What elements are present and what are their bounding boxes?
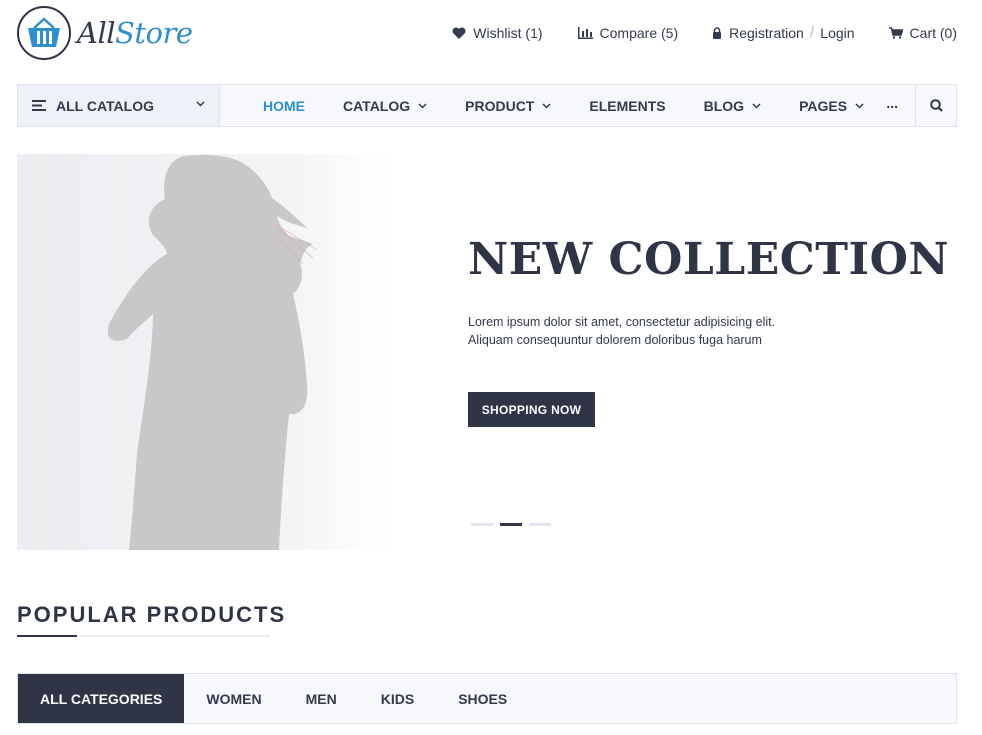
logo-suffix: Store <box>115 16 193 50</box>
nav-item-label: ELEMENTS <box>589 97 666 114</box>
separator: / <box>809 24 815 41</box>
hero-text-line: Aliquam consequuntur dolorem doloribus f… <box>468 333 762 347</box>
cart-link[interactable]: Cart (0) <box>888 25 957 41</box>
nav-more-button[interactable]: ... <box>886 95 898 111</box>
hero-description: Lorem ipsum dolor sit amet, consectetur … <box>468 313 828 349</box>
chevron-down-icon <box>752 102 761 109</box>
tab-all-categories[interactable]: ALL CATEGORIES <box>18 674 185 723</box>
chevron-down-icon <box>418 102 427 109</box>
basket-icon <box>17 6 71 60</box>
tab-men[interactable]: MEN <box>284 674 359 723</box>
nav-item-elements[interactable]: ELEMENTS <box>589 98 665 114</box>
hero-title: NEW COLLECTION <box>468 234 950 285</box>
lock-icon <box>713 27 722 39</box>
section-title: POPULAR PRODUCTS <box>17 602 287 627</box>
nav-item-product[interactable]: PRODUCT <box>465 98 551 114</box>
nav-item-catalog[interactable]: CATALOG <box>343 98 427 114</box>
title-underline <box>17 635 270 637</box>
slider-dot-1[interactable] <box>471 523 493 526</box>
logo-prefix: All <box>77 16 116 50</box>
search-icon <box>929 99 943 112</box>
menu-icon <box>32 100 46 111</box>
hero-slider: NEW COLLECTION Lorem ipsum dolor sit ame… <box>17 154 957 550</box>
all-catalog-button[interactable]: ALL CATALOG <box>18 85 220 126</box>
hero-image <box>17 154 407 550</box>
tab-kids[interactable]: KIDS <box>359 674 436 723</box>
bar-chart-icon <box>577 27 593 39</box>
slider-dot-2[interactable] <box>500 523 522 526</box>
compare-link[interactable]: Compare (5) <box>577 25 679 41</box>
account-links: Registration / Login <box>712 24 855 42</box>
cart-icon <box>888 27 903 39</box>
nav-item-label: PRODUCT <box>465 97 535 114</box>
nav-item-label: CATALOG <box>343 97 411 114</box>
wishlist-link[interactable]: Wishlist (1) <box>452 25 543 41</box>
category-tabs: ALL CATEGORIES WOMEN MEN KIDS SHOES <box>17 673 957 724</box>
logo-text: AllStore <box>77 16 193 50</box>
login-link[interactable]: Login <box>820 25 854 41</box>
chevron-down-icon <box>196 101 205 107</box>
tab-shoes[interactable]: SHOES <box>436 674 529 723</box>
wishlist-label: Wishlist (1) <box>473 25 543 41</box>
compare-label: Compare (5) <box>599 25 679 41</box>
nav-item-label: PAGES <box>799 97 848 114</box>
slider-dot-3[interactable] <box>529 523 551 526</box>
top-links: Wishlist (1) Compare (5) Registration / … <box>452 24 957 42</box>
chevron-down-icon <box>542 102 551 109</box>
logo[interactable]: AllStore <box>17 6 193 60</box>
nav-menu: HOME CATALOG PRODUCT ELEMENTS BLOG PAGES <box>220 85 956 126</box>
nav-item-pages[interactable]: PAGES <box>799 98 864 114</box>
nav-item-blog[interactable]: BLOG <box>704 98 761 114</box>
nav-item-label: BLOG <box>703 97 745 114</box>
hero-text-line: Lorem ipsum dolor sit amet, consectetur … <box>468 315 776 329</box>
cart-label: Cart (0) <box>909 25 957 41</box>
main-navbar: ALL CATALOG HOME CATALOG PRODUCT ELEMENT… <box>17 84 957 127</box>
search-button[interactable] <box>915 85 956 126</box>
slider-dots <box>471 523 558 526</box>
chevron-down-icon <box>855 102 864 109</box>
tab-women[interactable]: WOMEN <box>184 674 283 723</box>
heart-icon <box>452 27 466 39</box>
all-catalog-label: ALL CATALOG <box>56 97 154 114</box>
shopping-now-button[interactable]: SHOPPING NOW <box>468 392 595 427</box>
nav-item-home[interactable]: HOME <box>263 98 305 114</box>
registration-link[interactable]: Registration <box>729 25 804 41</box>
nav-item-label: HOME <box>263 97 305 114</box>
